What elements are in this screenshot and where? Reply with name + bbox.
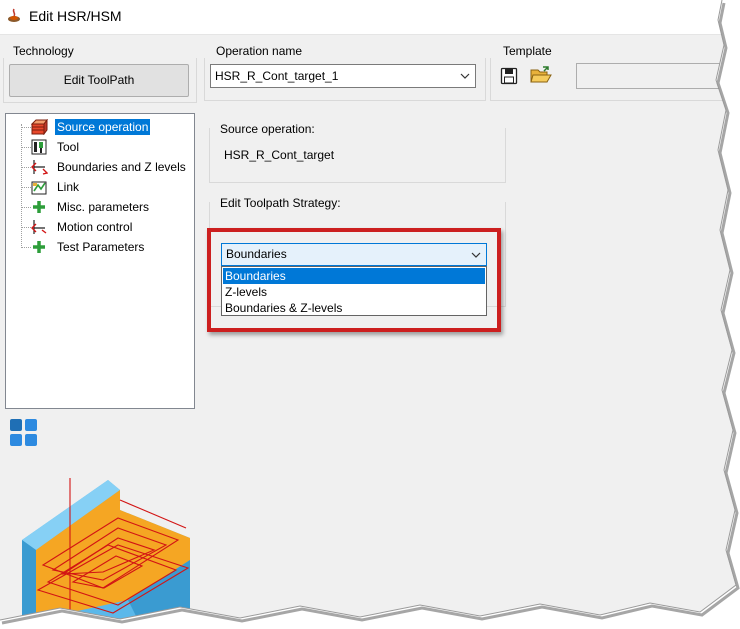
annotation-highlight-box	[207, 228, 501, 332]
source-operation-icon	[30, 118, 48, 136]
edit-hsr-hsm-window: Edit HSR/HSM Technology Edit ToolPath Op…	[0, 0, 736, 620]
template-label: Template	[503, 44, 552, 58]
operation-name-label: Operation name	[216, 44, 303, 58]
template-field[interactable]	[576, 63, 736, 89]
tree-item-label: Source operation	[55, 119, 151, 135]
plus-icon	[31, 239, 48, 255]
operation-name-value: HSR_R_Cont_target_1	[215, 69, 339, 83]
tree-connector	[21, 127, 31, 128]
save-icon[interactable]	[500, 67, 518, 85]
tree-connector	[21, 247, 31, 248]
operation-name-combo[interactable]: HSR_R_Cont_target_1	[210, 64, 476, 88]
title-bar: Edit HSR/HSM	[0, 0, 736, 35]
tree-connector	[21, 187, 31, 188]
tree-item-label: Test Parameters	[57, 240, 145, 254]
tree-connector	[21, 167, 31, 168]
open-folder-icon[interactable]	[530, 65, 552, 85]
tree-item-misc-parameters[interactable]: Misc. parameters	[6, 198, 194, 216]
tree-item-tool[interactable]: Tool	[6, 138, 194, 156]
tree-connector	[21, 147, 31, 148]
link-icon	[31, 179, 48, 195]
tree-item-link[interactable]: Link	[6, 178, 194, 196]
tree-item-test-parameters[interactable]: Test Parameters	[6, 238, 194, 256]
tree-item-label: Misc. parameters	[57, 200, 150, 214]
tree-item-label: Motion control	[57, 220, 133, 234]
tree-item-source-operation[interactable]: Source operation	[6, 118, 194, 136]
tool-icon	[31, 139, 48, 155]
edit-toolpath-button[interactable]: Edit ToolPath	[9, 64, 189, 97]
tree-connector	[21, 207, 31, 208]
content-panel	[199, 112, 736, 620]
source-operation-value: HSR_R_Cont_target	[224, 148, 335, 162]
parameter-tree: Source operation Tool Boundaries and Z lev…	[5, 113, 195, 409]
boundaries-icon	[31, 159, 49, 175]
tree-item-boundaries-and-z-levels[interactable]: Boundaries and Z levels	[6, 158, 194, 176]
view-grid-icon[interactable]	[9, 418, 39, 448]
window-title: Edit HSR/HSM	[29, 8, 122, 24]
tree-item-motion-control[interactable]: Motion control	[6, 218, 194, 236]
tree-item-label: Tool	[57, 140, 80, 154]
motion-control-icon	[31, 219, 48, 235]
technology-label: Technology	[13, 44, 74, 58]
chevron-down-icon[interactable]	[460, 71, 470, 81]
plus-icon	[31, 199, 48, 215]
app-icon	[8, 8, 20, 22]
part-preview-image	[22, 478, 190, 620]
tree-item-label: Link	[57, 180, 80, 194]
tree-item-label: Boundaries and Z levels	[57, 160, 186, 174]
tree-connector	[21, 227, 31, 228]
